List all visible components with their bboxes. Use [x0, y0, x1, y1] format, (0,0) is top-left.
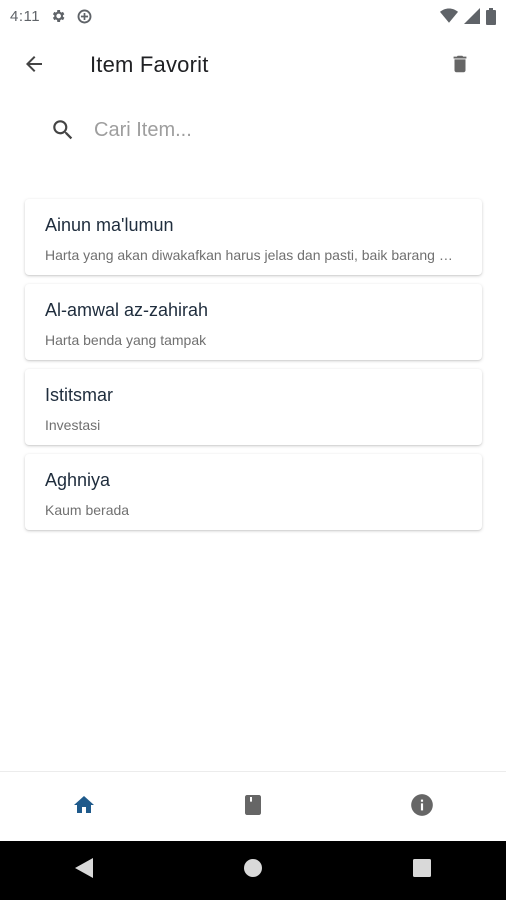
search-input[interactable]: [94, 118, 434, 142]
item-subtitle: Harta yang akan diwakafkan harus jelas d…: [45, 247, 462, 263]
item-title: Ainun ma'lumun: [45, 215, 174, 235]
favorite-list: Ainun ma'lumun Harta yang akan diwakafka…: [25, 199, 482, 539]
status-left: 4:11: [10, 8, 93, 25]
item-subtitle: Harta benda yang tampak: [45, 332, 207, 348]
home-circle-icon: [243, 858, 263, 883]
app-bar: Item Favorit: [0, 32, 506, 98]
list-item[interactable]: Istitsmar Investasi: [25, 369, 482, 445]
back-triangle-icon: [75, 858, 94, 883]
recents-square-icon: [412, 859, 431, 882]
list-item[interactable]: Al-amwal az-zahirah Harta benda yang tam…: [25, 284, 482, 360]
bottom-nav: [0, 771, 506, 842]
system-recents-button[interactable]: [392, 841, 452, 900]
nav-home[interactable]: [54, 777, 114, 837]
item-title: Aghniya: [45, 470, 111, 490]
list-item[interactable]: Ainun ma'lumun Harta yang akan diwakafka…: [25, 199, 482, 275]
system-nav-bar: [0, 841, 506, 900]
status-bar: 4:11: [0, 0, 506, 32]
page-title: Item Favorit: [90, 52, 209, 77]
signal-icon: [464, 8, 480, 24]
search-icon: [50, 117, 80, 143]
system-home-button[interactable]: [223, 841, 283, 900]
item-subtitle: Investasi: [45, 417, 101, 433]
status-right: [440, 7, 496, 25]
status-time: 4:11: [10, 7, 41, 25]
search-bar: [50, 110, 470, 150]
system-back-button[interactable]: [54, 841, 114, 900]
item-subtitle: Kaum berada: [45, 502, 130, 518]
arrow-left-icon: [22, 52, 46, 81]
trash-icon: [449, 52, 471, 81]
gear-icon: [50, 8, 66, 24]
wifi-icon: [440, 8, 458, 24]
nav-book[interactable]: [223, 777, 283, 837]
item-title: Al-amwal az-zahirah: [45, 300, 209, 320]
home-icon: [72, 793, 96, 822]
list-item[interactable]: Aghniya Kaum berada: [25, 454, 482, 530]
battery-icon: [486, 7, 496, 25]
nav-info[interactable]: [392, 777, 452, 837]
data-saver-icon: [76, 8, 93, 25]
back-button[interactable]: [14, 46, 54, 86]
book-icon: [241, 793, 265, 822]
delete-all-button[interactable]: [440, 46, 480, 86]
item-title: Istitsmar: [45, 385, 114, 405]
info-icon: [409, 792, 435, 823]
